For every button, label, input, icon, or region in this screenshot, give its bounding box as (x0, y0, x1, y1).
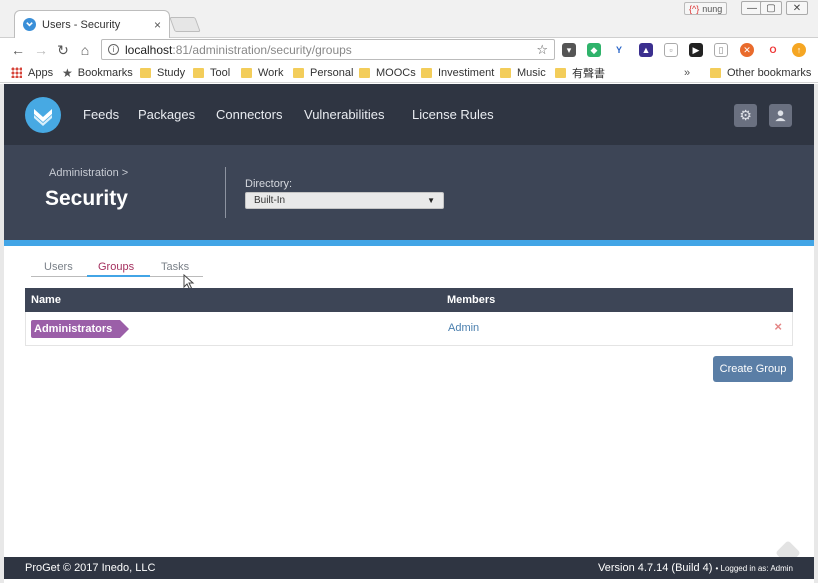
profile-icon: {^} (689, 3, 700, 14)
table-header: Name Members (25, 288, 793, 312)
bookmark-moocs[interactable]: MOOCs (359, 65, 416, 80)
profile-name: nung (702, 3, 723, 14)
folder-icon (555, 67, 566, 78)
accent-bar (4, 240, 814, 246)
page-header: Administration > Security Directory: Bui… (4, 145, 814, 240)
folder-icon (359, 67, 370, 78)
tab-title: Users - Security (42, 18, 121, 31)
group-name-tag[interactable]: Administrators (31, 320, 130, 338)
column-name-header: Name (31, 294, 61, 306)
folder-icon (241, 67, 252, 78)
group-member-link[interactable]: Admin (448, 322, 479, 334)
profile-button[interactable]: {^} nung (684, 2, 728, 15)
reload-icon[interactable]: ↻ (55, 42, 71, 58)
security-tabs: Users Groups Tasks (31, 259, 203, 277)
tab-tasks[interactable]: Tasks (161, 261, 189, 273)
feedly-extension-icon[interactable]: ◆ (587, 43, 601, 57)
table-row: Administrators Admin × (25, 312, 793, 346)
proget-favicon-icon (23, 18, 36, 31)
pocket-extension-icon[interactable]: ▾ (562, 43, 576, 57)
bookmarks-bar: Apps ★ Bookmarks Study Tool Work Personal… (0, 62, 818, 83)
dropdown-arrow-icon: ▼ (427, 196, 435, 205)
app-footer: ProGet © 2017 Inedo, LLC Version 4.7.14 … (4, 557, 814, 579)
browser-tab[interactable]: Users - Security × (14, 10, 170, 38)
footer-version-info: Version 4.7.14 (Build 4) • Logged in as:… (598, 562, 793, 574)
delete-group-icon[interactable]: × (774, 319, 782, 334)
copy-extension-icon[interactable]: ▫ (664, 43, 678, 57)
bookmark-music[interactable]: Music (500, 65, 546, 80)
home-icon[interactable]: ⌂ (77, 42, 93, 58)
site-info-icon[interactable]: i (108, 44, 119, 55)
tab-groups[interactable]: Groups (98, 261, 134, 273)
window-close-button[interactable]: ✕ (786, 1, 808, 15)
groups-table: Name Members Administrators Admin × (25, 288, 793, 346)
browser-titlebar: Users - Security × {^} nung — ▢ ✕ (0, 0, 818, 38)
url-text: localhost:81/administration/security/gro… (125, 42, 352, 57)
folder-icon (500, 67, 511, 78)
address-bar[interactable]: i localhost:81/administration/security/g… (101, 39, 555, 60)
directory-label: Directory: (245, 178, 293, 190)
browser-toolbar: ← → ↻ ⌂ i localhost:81/administration/se… (0, 38, 818, 62)
bookmark-investiment[interactable]: Investiment (421, 65, 494, 80)
bookmark-other[interactable]: Other bookmarks (710, 65, 811, 80)
bookmark-star-icon[interactable]: ☆ (536, 42, 548, 58)
nav-connectors[interactable]: Connectors (216, 107, 282, 122)
breadcrumb[interactable]: Administration > (49, 167, 128, 179)
play-extension-icon[interactable]: ▶ (689, 43, 703, 57)
folder-icon (293, 67, 304, 78)
page-title: Security (45, 187, 128, 210)
footer-copyright: ProGet © 2017 Inedo, LLC (25, 562, 156, 574)
active-tab-indicator (87, 275, 150, 277)
folder-icon (421, 67, 432, 78)
bookmark-study[interactable]: Study (140, 65, 185, 80)
directory-select[interactable]: Built-In ▼ (245, 192, 444, 209)
folder-icon (710, 67, 721, 78)
bookmark-tool[interactable]: Tool (193, 65, 230, 80)
header-divider (225, 167, 226, 218)
opera-extension-icon[interactable]: O (766, 43, 780, 57)
footer-logged-in: • Logged in as: Admin (715, 564, 793, 573)
tab-close-icon[interactable]: × (154, 18, 161, 32)
nav-license-rules[interactable]: License Rules (412, 107, 494, 122)
bookmark-work[interactable]: Work (241, 65, 283, 80)
nav-vulnerabilities[interactable]: Vulnerabilities (304, 107, 384, 122)
onenote-extension-icon[interactable]: ▲ (639, 43, 653, 57)
back-arrow-icon[interactable]: ← (10, 42, 26, 58)
folder-icon (140, 67, 151, 78)
directory-select-value: Built-In (254, 195, 286, 206)
bookmark-apps[interactable]: Apps (11, 65, 53, 80)
window-frame-right (814, 84, 818, 583)
bookmark-audiobooks[interactable]: 有聲書 (555, 65, 605, 80)
update-extension-icon[interactable]: ↑ (792, 43, 806, 57)
folder-icon (193, 67, 204, 78)
proget-logo-icon[interactable] (25, 97, 61, 133)
column-members-header: Members (447, 294, 496, 306)
star-icon: ★ (62, 65, 73, 80)
bookmark-personal[interactable]: Personal (293, 65, 353, 80)
new-tab-button[interactable] (169, 17, 201, 32)
app-header: Feeds Packages Connectors Vulnerabilitie… (4, 84, 814, 145)
apps-grid-icon (11, 67, 22, 78)
forward-arrow-icon[interactable]: → (33, 42, 49, 58)
blocker-extension-icon[interactable]: ✕ (740, 43, 754, 57)
tab-users[interactable]: Users (44, 261, 73, 273)
maximize-button[interactable]: ▢ (760, 1, 782, 15)
nav-feeds[interactable]: Feeds (83, 107, 119, 122)
nav-packages[interactable]: Packages (138, 107, 195, 122)
footer-version: Version 4.7.14 (Build 4) (598, 562, 713, 574)
y-extension-icon[interactable]: Y (612, 43, 626, 57)
user-account-icon[interactable] (769, 104, 792, 127)
create-group-button[interactable]: Create Group (713, 356, 793, 382)
bookmark-bookmarks[interactable]: ★ Bookmarks (62, 65, 133, 80)
reader-extension-icon[interactable]: ▯ (714, 43, 728, 57)
more-bookmarks-button[interactable]: » (684, 65, 690, 80)
settings-gear-icon[interactable]: ⚙ (734, 104, 757, 127)
